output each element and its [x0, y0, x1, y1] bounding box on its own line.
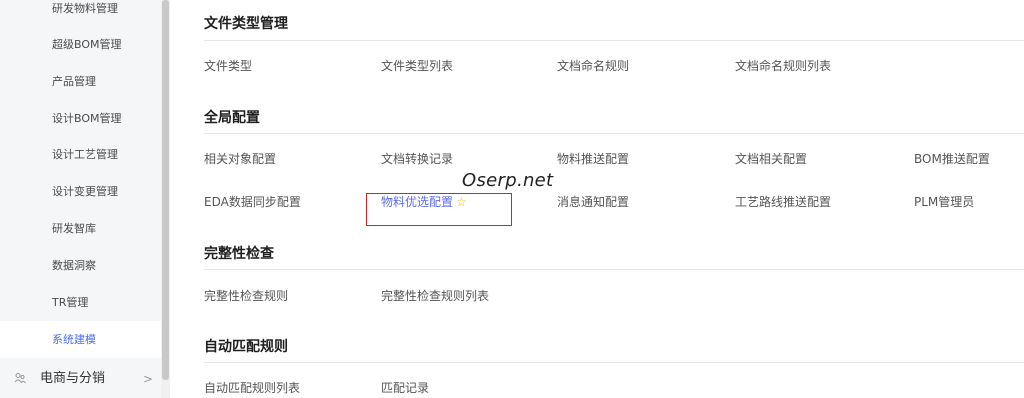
link-related-object-config[interactable]: 相关对象配置 — [204, 150, 276, 167]
watermark-text: Oserp.net — [462, 170, 554, 191]
link-file-type-list[interactable]: 文件类型列表 — [381, 57, 453, 74]
sidebar-item-design-bom[interactable]: 设计BOM管理 — [0, 100, 161, 137]
link-doc-conversion-log[interactable]: 文档转换记录 — [381, 150, 453, 167]
sidebar: 研发物料管理 超级BOM管理 产品管理 设计BOM管理 设计工艺管理 设计变更管… — [0, 0, 161, 398]
link-doc-naming-rule[interactable]: 文档命名规则 — [557, 57, 629, 74]
sidebar-item-data-insight[interactable]: 数据洞察 — [0, 247, 161, 284]
sidebar-item-super-bom[interactable]: 超级BOM管理 — [0, 26, 161, 63]
link-file-type[interactable]: 文件类型 — [204, 57, 252, 74]
chevron-right-icon: > — [143, 372, 154, 386]
sidebar-item-tr[interactable]: TR管理 — [0, 284, 161, 321]
section-divider — [204, 362, 1024, 363]
link-match-record[interactable]: 匹配记录 — [381, 379, 429, 396]
section-title-integrity-check: 完整性检查 — [204, 246, 274, 262]
scrollbar-thumb[interactable] — [162, 0, 169, 380]
link-auto-match-rule-list[interactable]: 自动匹配规则列表 — [204, 379, 300, 396]
sidebar-group-label: 电商与分销 — [40, 371, 106, 386]
link-integrity-check-rule-list[interactable]: 完整性检查规则列表 — [381, 287, 489, 304]
section-title-global-config: 全局配置 — [204, 110, 260, 126]
sidebar-item-rd-library[interactable]: 研发智库 — [0, 210, 161, 247]
link-doc-related-config[interactable]: 文档相关配置 — [735, 150, 807, 167]
sidebar-item-design-change[interactable]: 设计变更管理 — [0, 173, 161, 210]
section-title-file-type: 文件类型管理 — [204, 16, 288, 32]
link-eda-sync-config[interactable]: EDA数据同步配置 — [204, 193, 301, 210]
sidebar-item-rd-material[interactable]: 研发物料管理 — [0, 0, 161, 27]
link-routing-push-config[interactable]: 工艺路线推送配置 — [735, 193, 831, 210]
link-material-push-config[interactable]: 物料推送配置 — [557, 150, 629, 167]
annotation-highlight-box — [366, 193, 512, 226]
link-message-notify-config[interactable]: 消息通知配置 — [557, 193, 629, 210]
link-doc-naming-rule-list[interactable]: 文档命名规则列表 — [735, 57, 831, 74]
link-plm-admin[interactable]: PLM管理员 — [914, 193, 974, 210]
people-icon — [14, 373, 26, 384]
link-integrity-check-rule[interactable]: 完整性检查规则 — [204, 287, 288, 304]
sidebar-item-system-modeling[interactable]: 系统建模 — [0, 321, 161, 358]
section-divider — [204, 269, 1024, 270]
sidebar-item-design-process[interactable]: 设计工艺管理 — [0, 136, 161, 173]
section-title-auto-match-rule: 自动匹配规则 — [204, 339, 288, 355]
sidebar-group-ecommerce[interactable]: 电商与分销 > — [0, 360, 161, 398]
sidebar-item-product[interactable]: 产品管理 — [0, 63, 161, 100]
section-divider — [204, 133, 1024, 134]
main-content: 文件类型管理 文件类型 文件类型列表 文档命名规则 文档命名规则列表 全局配置 … — [170, 0, 1024, 398]
link-bom-push-config[interactable]: BOM推送配置 — [914, 150, 990, 167]
section-divider — [204, 40, 1024, 41]
